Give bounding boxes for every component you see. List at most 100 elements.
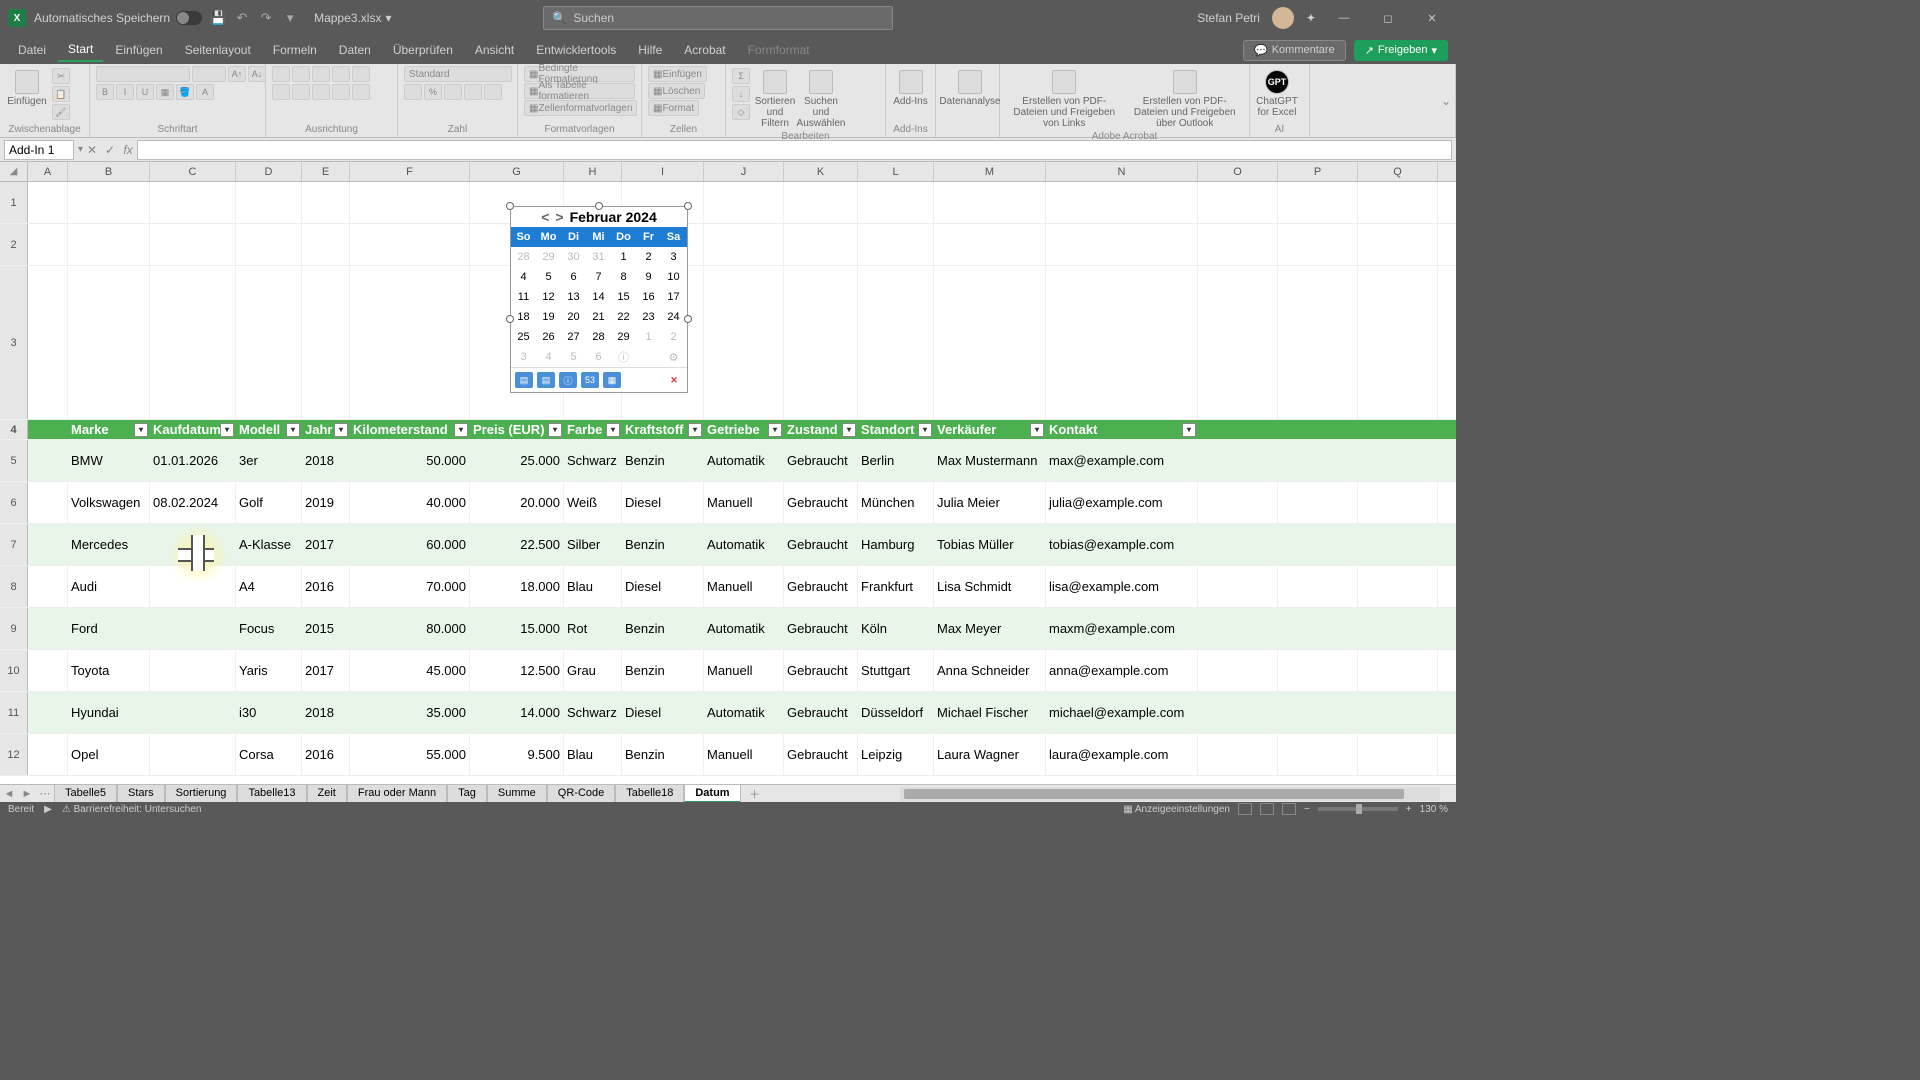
cal-day[interactable]: 7 <box>586 267 611 287</box>
cell[interactable]: A4 <box>236 566 302 607</box>
row-header[interactable]: 11 <box>0 692 28 733</box>
cell[interactable] <box>1198 482 1278 523</box>
cell[interactable] <box>150 692 236 733</box>
col-header[interactable]: D <box>236 162 302 181</box>
dec-inc-icon[interactable] <box>464 84 482 100</box>
autosave-toggle[interactable]: Automatisches Speichern <box>34 11 202 25</box>
cell[interactable] <box>150 608 236 649</box>
enter-formula-icon[interactable]: ✓ <box>101 140 119 160</box>
cell[interactable] <box>150 266 236 419</box>
cell[interactable] <box>28 420 68 439</box>
cal-day[interactable]: 17 <box>661 287 686 307</box>
cell[interactable]: Zustand▾ <box>784 420 858 439</box>
sheet-tab[interactable]: Stars <box>117 784 165 803</box>
cell[interactable] <box>1046 224 1198 265</box>
cell[interactable]: Mercedes <box>68 524 150 565</box>
handle-icon[interactable] <box>506 315 514 323</box>
fill-color-icon[interactable]: 🪣 <box>176 84 194 100</box>
cell[interactable] <box>1278 266 1358 419</box>
format-painter-icon[interactable]: 🖌 <box>52 104 70 120</box>
row-header[interactable]: 4 <box>0 420 28 439</box>
handle-icon[interactable] <box>506 202 514 210</box>
tab-formformat[interactable]: Formformat <box>738 39 820 61</box>
cal-day[interactable]: 30 <box>561 247 586 267</box>
cal-day[interactable]: 28 <box>586 327 611 347</box>
cell[interactable] <box>28 440 68 481</box>
cell[interactable]: Kaufdatum▾ <box>150 420 236 439</box>
cell[interactable] <box>28 224 68 265</box>
cell[interactable] <box>28 524 68 565</box>
cell[interactable]: 50.000 <box>350 440 470 481</box>
cal-day[interactable]: 6 <box>561 267 586 287</box>
cell[interactable]: 20.000 <box>470 482 564 523</box>
cell[interactable] <box>150 182 236 223</box>
add-sheet-button[interactable]: ＋ <box>747 786 763 802</box>
page-layout-icon[interactable] <box>1260 803 1274 815</box>
cell[interactable]: Verkäufer▾ <box>934 420 1046 439</box>
cal-day[interactable]: 2 <box>636 247 661 267</box>
cal-day[interactable]: 4 <box>536 347 561 367</box>
tab-seitenlayout[interactable]: Seitenlayout <box>175 39 261 61</box>
row-header[interactable]: 6 <box>0 482 28 523</box>
col-header[interactable]: A <box>28 162 68 181</box>
cell[interactable]: 2016 <box>302 566 350 607</box>
cal-tool-icon[interactable]: 53 <box>581 372 599 388</box>
cal-day[interactable]: 10 <box>661 267 686 287</box>
tab-ansicht[interactable]: Ansicht <box>465 39 524 61</box>
cell[interactable]: Düsseldorf <box>858 692 934 733</box>
cal-tool-icon[interactable]: ▤ <box>515 372 533 388</box>
prev-month-button[interactable]: < <box>541 209 549 225</box>
cal-day[interactable]: 18 <box>511 307 536 327</box>
chatgpt-button[interactable]: GPTChatGPT for Excel <box>1256 66 1298 118</box>
format-cells-button[interactable]: ▦ Format <box>648 100 699 116</box>
filter-icon[interactable]: ▾ <box>334 423 348 437</box>
cell[interactable] <box>150 650 236 691</box>
find-select-button[interactable]: Suchen und Auswählen <box>800 66 842 129</box>
percent-icon[interactable]: % <box>424 84 442 100</box>
next-sheet-icon[interactable]: ► <box>18 788 36 800</box>
cell[interactable]: Focus <box>236 608 302 649</box>
tab-entwicklertools[interactable]: Entwicklertools <box>526 39 626 61</box>
cell[interactable]: maxm@example.com <box>1046 608 1198 649</box>
cal-day[interactable]: 19 <box>536 307 561 327</box>
cell[interactable] <box>934 266 1046 419</box>
cell[interactable]: Gebraucht <box>784 566 858 607</box>
cell[interactable]: Gebraucht <box>784 608 858 649</box>
cell[interactable] <box>858 224 934 265</box>
pdf-outlook-button[interactable]: Erstellen von PDF-Dateien und Freigeben … <box>1127 66 1244 129</box>
cal-day[interactable]: 21 <box>586 307 611 327</box>
tab-daten[interactable]: Daten <box>329 39 381 61</box>
cell[interactable]: Benzin <box>622 734 704 775</box>
paste-button[interactable]: Einfügen <box>6 66 48 107</box>
cal-day[interactable]: 9 <box>636 267 661 287</box>
cell[interactable]: Berlin <box>858 440 934 481</box>
cell[interactable] <box>858 182 934 223</box>
cal-day[interactable] <box>636 347 661 367</box>
next-month-button[interactable]: > <box>555 209 563 225</box>
cell[interactable] <box>1278 692 1358 733</box>
sheet-tab[interactable]: Tabelle18 <box>615 784 684 803</box>
sheet-menu-icon[interactable]: ⋯ <box>36 787 54 800</box>
cell[interactable]: Stuttgart <box>858 650 934 691</box>
cell[interactable] <box>150 734 236 775</box>
cell[interactable] <box>150 524 236 565</box>
cell[interactable]: 12.500 <box>470 650 564 691</box>
increase-font-icon[interactable]: A↑ <box>228 66 246 82</box>
col-header[interactable]: H <box>564 162 622 181</box>
cell[interactable] <box>1358 224 1438 265</box>
cell[interactable] <box>1278 224 1358 265</box>
cell[interactable]: Gebraucht <box>784 650 858 691</box>
cell[interactable]: 55.000 <box>350 734 470 775</box>
handle-icon[interactable] <box>595 202 603 210</box>
zoom-in-button[interactable]: + <box>1406 804 1412 815</box>
cell[interactable]: Gebraucht <box>784 734 858 775</box>
cell[interactable] <box>1278 440 1358 481</box>
cell[interactable]: Jahr▾ <box>302 420 350 439</box>
align-bot-icon[interactable] <box>312 66 330 82</box>
cell[interactable]: Golf <box>236 482 302 523</box>
copy-icon[interactable]: 📋 <box>52 86 70 102</box>
wrap-icon[interactable] <box>352 66 370 82</box>
cell[interactable]: Schwarz <box>564 440 622 481</box>
cell[interactable] <box>704 266 784 419</box>
undo-icon[interactable]: ↶ <box>234 10 250 26</box>
